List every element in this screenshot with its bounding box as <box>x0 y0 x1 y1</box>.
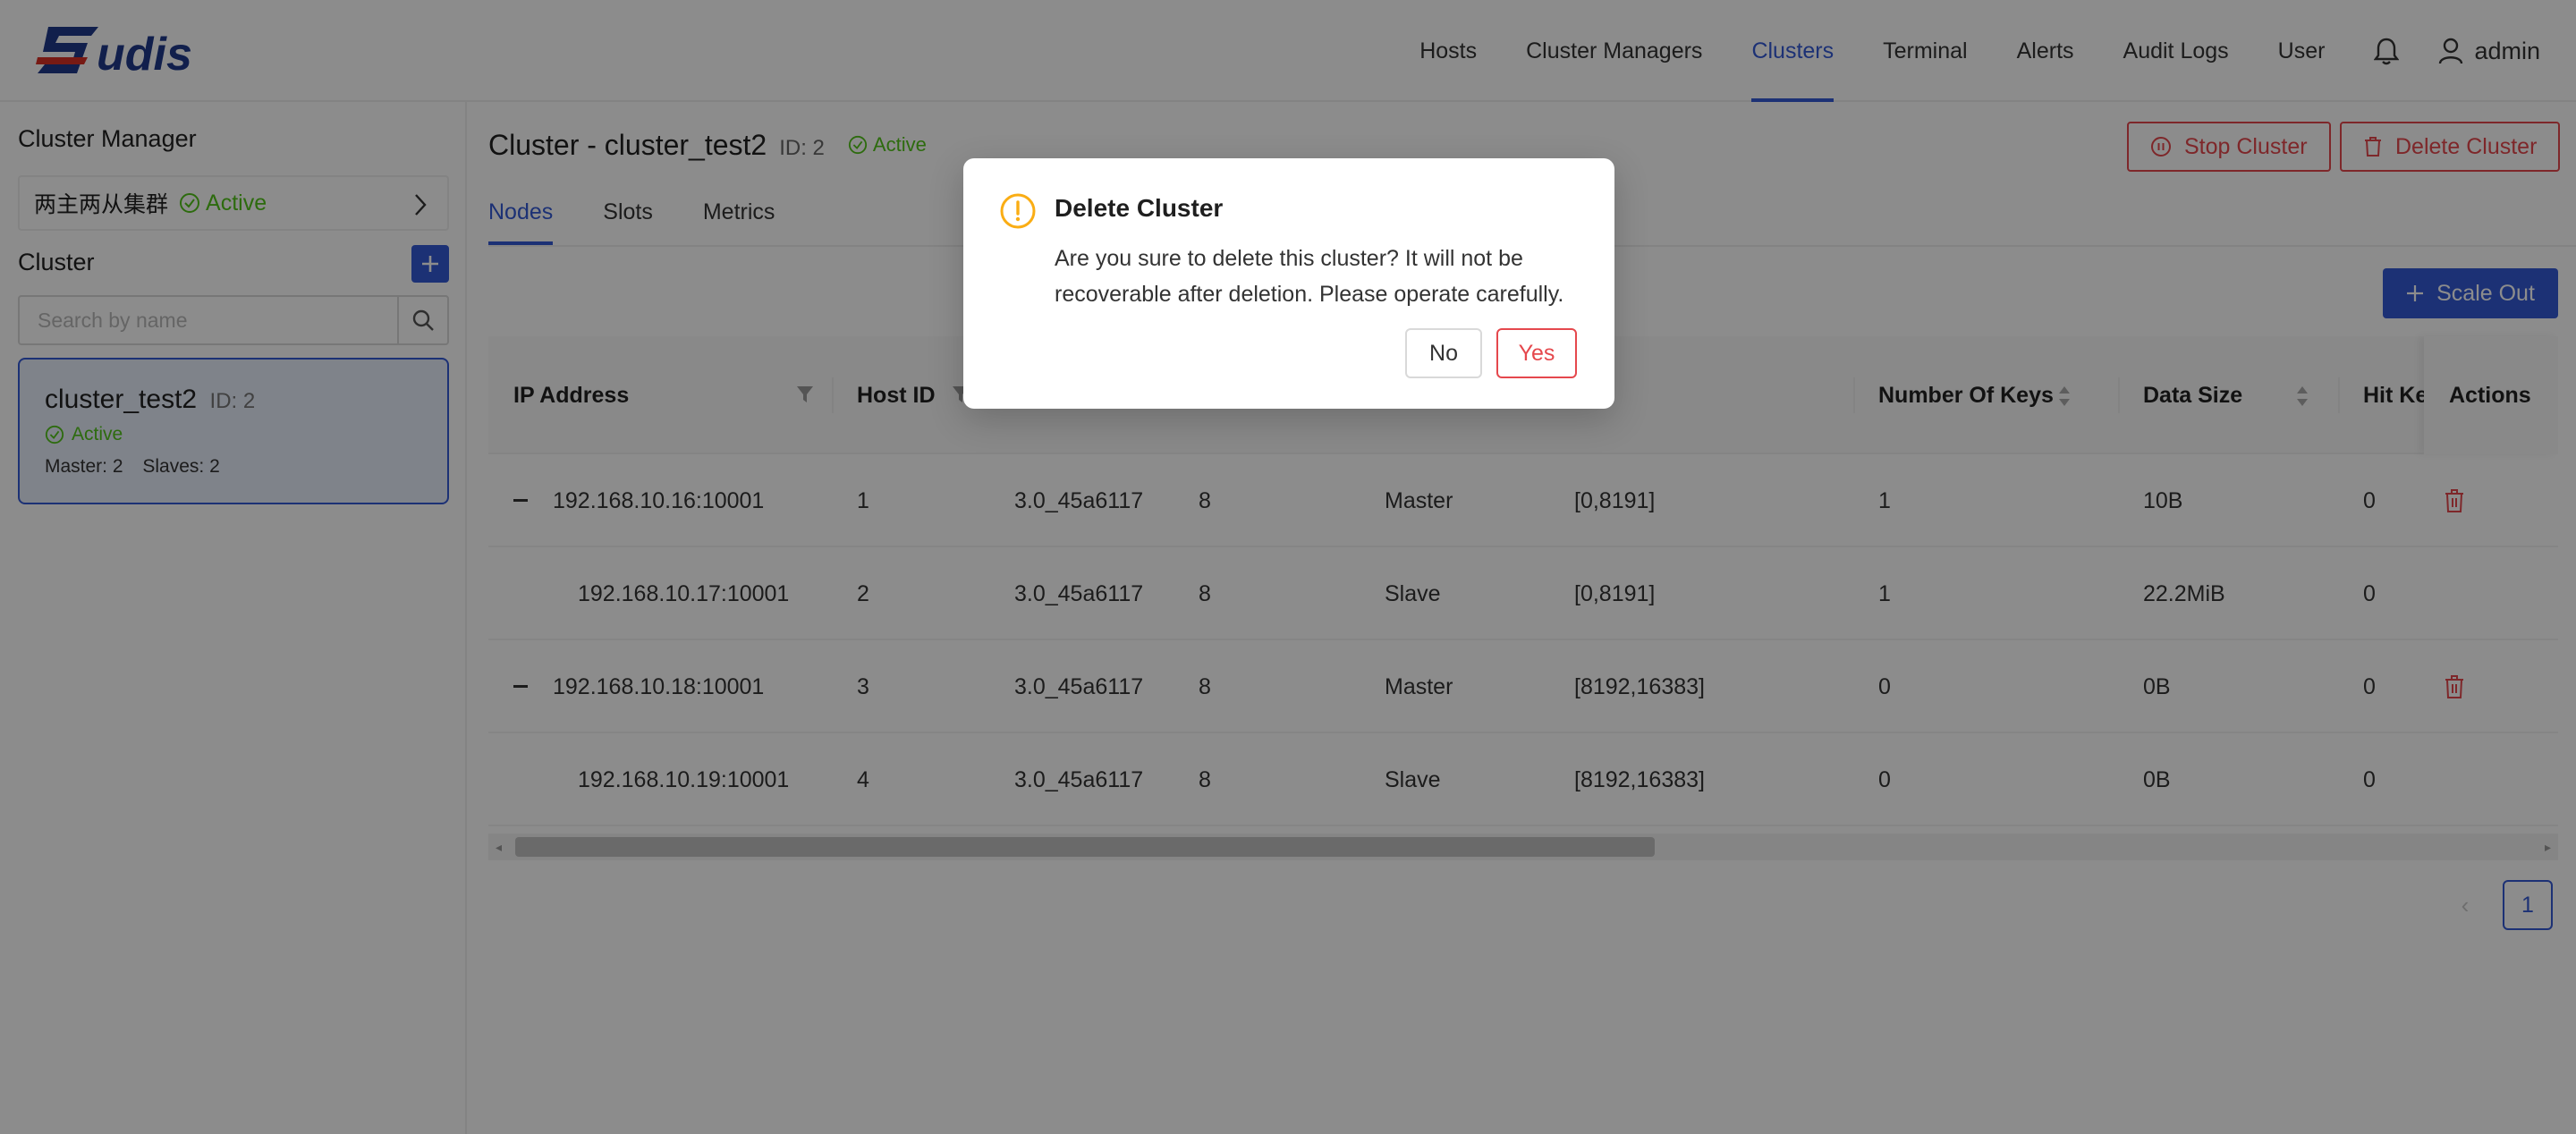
delete-cluster-dialog: Delete Cluster Are you sure to delete th… <box>963 158 1614 409</box>
dialog-message: Are you sure to delete this cluster? It … <box>1055 246 1564 307</box>
no-button[interactable]: No <box>1405 328 1482 378</box>
warning-icon <box>1000 193 1036 229</box>
dialog-footer: No Yes <box>1405 328 1577 378</box>
yes-button[interactable]: Yes <box>1496 328 1577 378</box>
dialog-title: Delete Cluster <box>1055 194 1224 222</box>
